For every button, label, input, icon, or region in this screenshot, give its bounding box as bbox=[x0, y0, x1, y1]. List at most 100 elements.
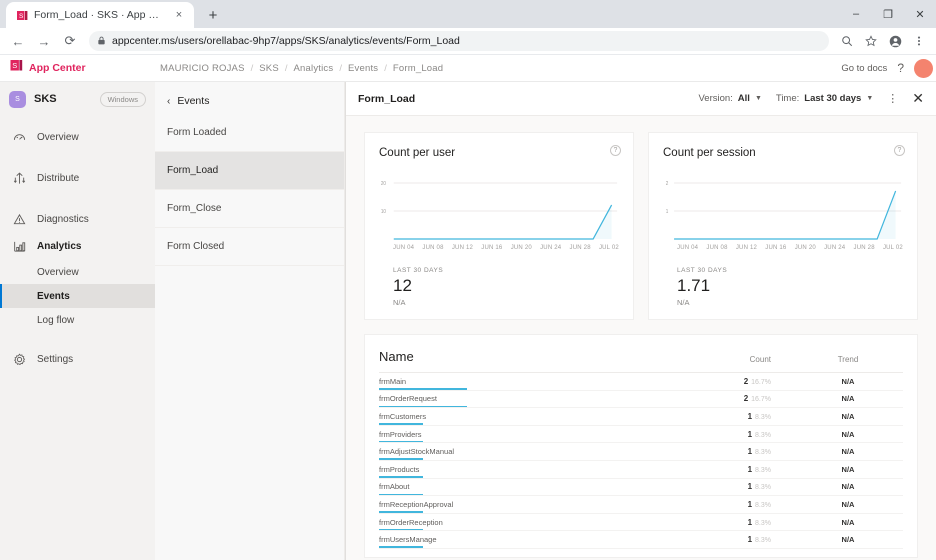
new-tab-button[interactable]: + bbox=[202, 4, 224, 26]
table-cell-name: frmOrderReception bbox=[379, 514, 683, 531]
sidebar-app-header[interactable]: S SKS Windows bbox=[0, 82, 155, 116]
table-cell-trend: N/A bbox=[841, 535, 855, 545]
sidebar-item-settings[interactable]: Settings bbox=[0, 346, 155, 373]
address-bar[interactable]: appcenter.ms/users/orellabac-9hp7/apps/S… bbox=[89, 31, 829, 51]
sidebar: S SKS Windows Overview Distribute Diagno… bbox=[0, 82, 155, 560]
table-row[interactable]: frmProviders 1 8.3% N/A bbox=[379, 426, 903, 444]
breadcrumb-user[interactable]: MAURICIO ROJAS bbox=[160, 63, 245, 74]
app-icon: S bbox=[9, 90, 26, 108]
table-row[interactable]: frmAbout 1 8.3% N/A bbox=[379, 479, 903, 497]
search-icon[interactable] bbox=[836, 30, 858, 52]
chart-svg: 20 10 bbox=[381, 181, 618, 240]
address-bar-url: appcenter.ms/users/orellabac-9hp7/apps/S… bbox=[112, 35, 460, 47]
table-cell-count: 1 8.3% bbox=[747, 535, 771, 545]
back-chevron-icon[interactable]: ‹ bbox=[167, 96, 170, 107]
sidebar-app-name: SKS bbox=[34, 93, 57, 105]
sidebar-item-label: Analytics bbox=[37, 241, 82, 252]
go-to-docs-link[interactable]: Go to docs bbox=[841, 63, 887, 74]
table-row[interactable]: frmCustomers 1 8.3% N/A bbox=[379, 408, 903, 426]
list-item[interactable]: Form_Load bbox=[155, 152, 344, 190]
time-filter[interactable]: Time: Last 30 days ▼ bbox=[776, 93, 873, 104]
sidebar-item-analytics-events[interactable]: Events bbox=[0, 284, 155, 308]
table-row[interactable]: frmReceptionApproval 1 8.3% N/A bbox=[379, 496, 903, 514]
app-center-brand[interactable]: S App Center bbox=[10, 59, 140, 77]
sidebar-item-analytics[interactable]: Analytics bbox=[0, 233, 155, 260]
window-close-icon[interactable]: ✕ bbox=[904, 0, 936, 28]
table-row[interactable]: frmProducts 1 8.3% N/A bbox=[379, 461, 903, 479]
table-cell-count: 1 8.3% bbox=[747, 517, 771, 527]
reload-icon[interactable]: ⟳ bbox=[58, 30, 82, 52]
help-icon[interactable]: ? bbox=[610, 145, 621, 156]
sidebar-item-label: Diagnostics bbox=[37, 214, 89, 225]
sidebar-item-label: Overview bbox=[37, 132, 79, 143]
sidebar-nav: Overview Distribute Diagnostics Analytic… bbox=[0, 116, 155, 373]
list-item[interactable]: Form Closed bbox=[155, 228, 344, 266]
table-cell-name: frmMain bbox=[379, 373, 683, 390]
help-icon[interactable]: ? bbox=[897, 61, 904, 75]
sidebar-item-analytics-logflow[interactable]: Log flow bbox=[0, 308, 155, 332]
app-center-topbar: S App Center MAURICIO ROJAS / SKS / Anal… bbox=[0, 55, 936, 82]
back-icon[interactable]: ← bbox=[6, 30, 30, 52]
breadcrumb-events[interactable]: Events bbox=[348, 63, 378, 74]
list-item[interactable]: Form Loaded bbox=[155, 114, 344, 152]
app-shell: S SKS Windows Overview Distribute Diagno… bbox=[0, 82, 936, 560]
browser-tab[interactable]: S Form_Load · SKS · App Center × bbox=[6, 2, 194, 28]
table-cell-trend: N/A bbox=[841, 517, 855, 527]
forward-icon[interactable]: → bbox=[32, 30, 56, 52]
x-tick: JUN 16 bbox=[481, 245, 503, 251]
card-title: Count per user bbox=[379, 147, 456, 159]
menu-icon[interactable] bbox=[908, 30, 930, 52]
content-header: Form_Load Version: All ▼ Time: Last 30 d… bbox=[346, 82, 936, 116]
profile-icon[interactable] bbox=[884, 30, 906, 52]
row-bar bbox=[379, 458, 423, 460]
sidebar-item-diagnostics[interactable]: Diagnostics bbox=[0, 206, 155, 233]
table-row[interactable]: frmMain 2 16.7% N/A bbox=[379, 373, 903, 391]
breadcrumb-analytics[interactable]: Analytics bbox=[294, 63, 334, 74]
more-options-icon[interactable]: ⋮ bbox=[887, 92, 898, 105]
close-icon[interactable]: × bbox=[172, 8, 186, 22]
table-row[interactable]: frmUsersManage 1 8.3% N/A bbox=[379, 531, 903, 549]
table-body: frmMain 2 16.7% N/A frmOrderRequest 2 16.7% N/A… bbox=[379, 373, 903, 549]
table-row[interactable]: frmOrderRequest 2 16.7% N/A bbox=[379, 391, 903, 409]
sidebar-item-label: Settings bbox=[37, 354, 74, 365]
close-panel-icon[interactable]: ✕ bbox=[912, 90, 924, 107]
table-cell-trend: N/A bbox=[841, 482, 855, 492]
star-icon[interactable] bbox=[860, 30, 882, 52]
chart-svg: 2 1 bbox=[666, 181, 902, 240]
breadcrumb-current[interactable]: Form_Load bbox=[393, 63, 443, 74]
table-row[interactable]: frmAdjustStockManual 1 8.3% N/A bbox=[379, 443, 903, 461]
chart-x-labels: JUN 04 JUN 08 JUN 12 JUN 16 JUN 20 JUN 2… bbox=[379, 245, 619, 251]
svg-text:S: S bbox=[19, 13, 24, 20]
x-tick: JUL 02 bbox=[882, 245, 903, 251]
svg-text:10: 10 bbox=[381, 209, 386, 215]
x-tick: JUN 04 bbox=[677, 245, 699, 251]
table-cell-trend: N/A bbox=[841, 376, 855, 386]
minimize-icon[interactable]: – bbox=[840, 0, 872, 28]
content-toolbar: Version: All ▼ Time: Last 30 days ▼ ⋮ ✕ bbox=[698, 90, 924, 107]
warning-triangle-icon bbox=[12, 213, 27, 226]
sidebar-item-analytics-overview[interactable]: Overview bbox=[0, 260, 155, 284]
list-item[interactable]: Form_Close bbox=[155, 190, 344, 228]
sidebar-item-distribute[interactable]: Distribute bbox=[0, 165, 155, 192]
table-row[interactable]: frmOrderReception 1 8.3% N/A bbox=[379, 514, 903, 532]
card-title: Count per session bbox=[663, 147, 756, 159]
table-cell-name: frmProviders bbox=[379, 426, 683, 443]
help-icon[interactable]: ? bbox=[894, 145, 905, 156]
chevron-down-icon: ▼ bbox=[754, 95, 762, 102]
avatar[interactable] bbox=[914, 58, 933, 78]
breadcrumb-app[interactable]: SKS bbox=[259, 63, 279, 74]
version-filter-value: All bbox=[737, 93, 750, 104]
x-tick: JUN 12 bbox=[451, 245, 474, 251]
table-cell-trend: N/A bbox=[841, 394, 855, 404]
table-cell-name: frmProducts bbox=[379, 461, 683, 478]
row-bar bbox=[379, 493, 423, 496]
row-bar bbox=[379, 388, 467, 390]
content-body: Count per user ? 20 10 JUN 04 JUN 08 JUN… bbox=[346, 116, 936, 560]
version-filter[interactable]: Version: All ▼ bbox=[698, 93, 761, 104]
x-tick: JUN 04 bbox=[393, 245, 415, 251]
sidebar-item-label: Distribute bbox=[37, 173, 80, 184]
maximize-icon[interactable]: ❐ bbox=[872, 0, 904, 28]
row-bar bbox=[379, 511, 423, 513]
sidebar-item-overview[interactable]: Overview bbox=[0, 124, 155, 151]
